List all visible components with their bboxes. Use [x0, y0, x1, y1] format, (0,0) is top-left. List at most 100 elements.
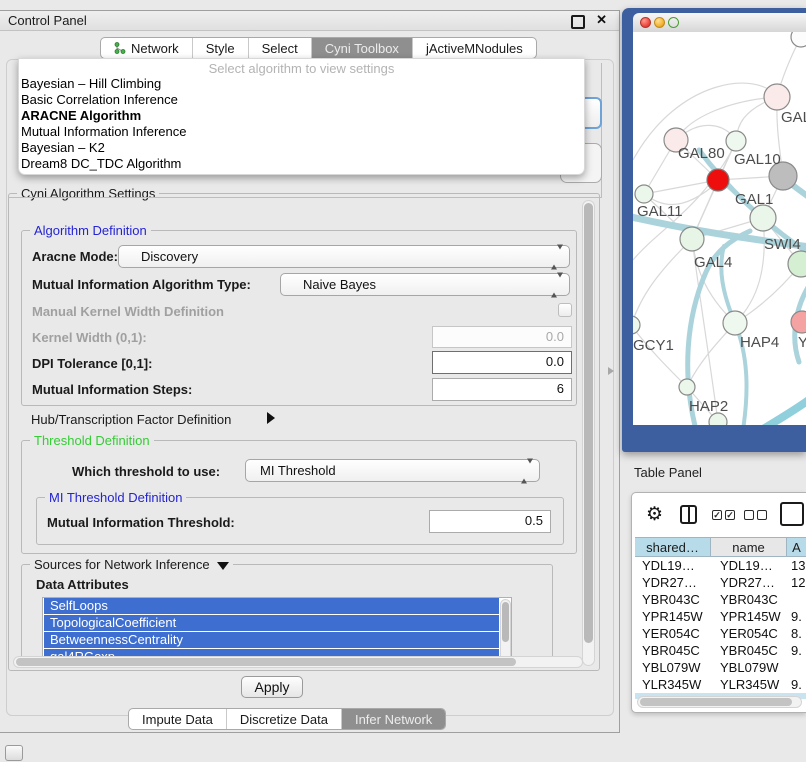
list-item[interactable]: SelfLoops — [44, 598, 499, 614]
tab-jactivemnodules[interactable]: jActiveMNodules — [413, 38, 536, 58]
cell[interactable]: YDR27… — [711, 574, 787, 591]
split-columns-icon[interactable] — [680, 505, 697, 524]
table-row[interactable]: YDL19… YDL19… 13 — [635, 557, 806, 574]
scrollbar-thumb[interactable] — [502, 602, 509, 642]
column-header-name[interactable]: name — [711, 538, 787, 556]
mi-steps-field[interactable]: 6 — [432, 378, 572, 401]
data-attributes-list[interactable]: SelfLoops TopologicalCoefficient Between… — [42, 597, 512, 661]
cell[interactable]: YDL19… — [711, 557, 787, 574]
manual-kernel-checkbox[interactable] — [558, 303, 572, 317]
dropdown-item-highlighted[interactable]: ARACNE Algorithm — [21, 108, 141, 124]
cell[interactable]: YBR043C — [711, 591, 787, 608]
mac-zoom-icon[interactable] — [668, 17, 679, 28]
cell[interactable]: YLR345W — [711, 676, 787, 693]
document-icon[interactable] — [780, 502, 804, 526]
cell[interactable]: YBR045C — [711, 642, 787, 659]
node-gal1[interactable] — [750, 205, 776, 231]
deselect-all-icon[interactable] — [744, 510, 754, 520]
cell[interactable]: YBR045C — [635, 642, 711, 659]
cell[interactable]: YLR345W — [635, 676, 711, 693]
gear-icon[interactable]: ⚙ — [646, 505, 663, 524]
node-hap4[interactable] — [723, 311, 747, 335]
cell[interactable]: YBL079W — [635, 659, 711, 676]
cell[interactable] — [787, 659, 806, 676]
node-unlabeled[interactable] — [791, 32, 806, 47]
table-row[interactable]: YBL079W YBL079W — [635, 659, 806, 676]
cell[interactable]: YDR27… — [635, 574, 711, 591]
node-gal10[interactable] — [726, 131, 746, 151]
table-row[interactable]: YLR345W YLR345W 9. — [635, 676, 806, 693]
scrollbar-thumb[interactable] — [16, 658, 516, 666]
list-item[interactable]: BetweennessCentrality — [44, 632, 499, 648]
cell[interactable]: YDL19… — [635, 557, 711, 574]
node-gal[interactable] — [764, 84, 790, 110]
mac-close-icon[interactable] — [640, 17, 651, 28]
column-header-shared-name[interactable]: shared… — [635, 538, 711, 556]
cell[interactable]: 12 — [787, 574, 806, 591]
deselect-all-icon[interactable] — [757, 510, 767, 520]
sources-title-wrap[interactable]: Sources for Network Inference — [30, 557, 233, 572]
node-gal4[interactable] — [680, 227, 704, 251]
mi-threshold-field[interactable]: 0.5 — [429, 510, 551, 533]
cell[interactable]: 9. — [787, 608, 806, 625]
column-header-third[interactable]: A — [787, 538, 806, 556]
cell[interactable]: YBR043C — [635, 591, 711, 608]
tab-network[interactable]: Network — [101, 38, 193, 58]
kernel-width-field[interactable]: 0.0 — [432, 326, 572, 348]
network-canvas[interactable]: GAL GAL80 GAL10 GAL11 GAL1 SWI4 GAL4 GCY… — [633, 32, 806, 425]
cell[interactable]: 9. — [787, 642, 806, 659]
table-horizontal-scrollbar[interactable] — [637, 696, 802, 708]
list-vertical-scrollbar[interactable] — [500, 599, 511, 661]
cell[interactable] — [787, 591, 806, 608]
dropdown-item[interactable]: Bayesian – Hill Climbing — [21, 76, 161, 92]
dropdown-item[interactable]: Dream8 DC_TDC Algorithm — [21, 156, 181, 172]
cell[interactable]: 13 — [787, 557, 806, 574]
float-window-icon[interactable] — [571, 15, 585, 29]
tab-discretize-data[interactable]: Discretize Data — [227, 709, 342, 729]
restore-panel-button[interactable] — [5, 745, 23, 761]
tab-select[interactable]: Select — [249, 38, 312, 58]
node-green-right[interactable] — [788, 251, 806, 277]
tab-cyni-toolbox[interactable]: Cyni Toolbox — [312, 38, 413, 58]
tab-infer-network[interactable]: Infer Network — [342, 709, 445, 729]
dropdown-item[interactable]: Mutual Information Inference — [21, 124, 186, 140]
which-threshold-combo[interactable]: MI Threshold — [245, 459, 540, 482]
table-row[interactable]: YPR145W YPR145W 9. — [635, 608, 806, 625]
node-selected-red[interactable] — [707, 169, 729, 191]
cell[interactable]: YPR145W — [635, 608, 711, 625]
dropdown-placeholder-item[interactable]: Select algorithm to view settings — [19, 61, 584, 76]
mi-type-combo[interactable]: Naive Bayes — [280, 273, 570, 296]
mac-minimize-icon[interactable] — [654, 17, 665, 28]
cell[interactable]: 9. — [787, 676, 806, 693]
collapse-down-icon[interactable] — [217, 562, 229, 570]
scrollbar-thumb[interactable] — [584, 203, 593, 643]
tab-style[interactable]: Style — [193, 38, 249, 58]
cell[interactable]: YPR145W — [711, 608, 787, 625]
dropdown-item[interactable]: Bayesian – K2 — [21, 140, 105, 156]
cell[interactable]: YER054C — [711, 625, 787, 642]
expand-right-icon[interactable] — [267, 412, 275, 424]
dpi-tolerance-field[interactable]: 0.0 — [432, 351, 572, 374]
network-window-titlebar[interactable] — [633, 13, 806, 33]
table-row[interactable]: YBR045C YBR045C 9. — [635, 642, 806, 659]
apply-button[interactable]: Apply — [241, 676, 303, 698]
select-all-check-icon[interactable]: ✓ — [725, 510, 735, 520]
dropdown-item[interactable]: Basic Correlation Inference — [21, 92, 178, 108]
cell[interactable]: YBL079W — [711, 659, 787, 676]
control-panel-titlebar[interactable]: Control Panel ✕ — [0, 11, 619, 31]
node-hap2[interactable] — [679, 379, 695, 395]
table-row[interactable]: YDR27… YDR27… 12 — [635, 574, 806, 591]
settings-vertical-scrollbar[interactable] — [582, 200, 595, 666]
cell[interactable]: 8. — [787, 625, 806, 642]
table-row[interactable]: YBR043C YBR043C — [635, 591, 806, 608]
close-icon[interactable]: ✕ — [596, 12, 607, 28]
list-item[interactable]: TopologicalCoefficient — [44, 615, 499, 631]
tab-impute-data[interactable]: Impute Data — [129, 709, 227, 729]
splitpane-grabber-icon[interactable] — [608, 367, 614, 375]
node-gcy1[interactable] — [633, 316, 640, 334]
hub-factor-section-label[interactable]: Hub/Transcription Factor Definition — [31, 412, 231, 427]
select-all-check-icon[interactable]: ✓ — [712, 510, 722, 520]
cell[interactable]: YER054C — [635, 625, 711, 642]
settings-horizontal-scrollbar[interactable] — [13, 656, 583, 668]
node-gal11[interactable] — [635, 185, 653, 203]
